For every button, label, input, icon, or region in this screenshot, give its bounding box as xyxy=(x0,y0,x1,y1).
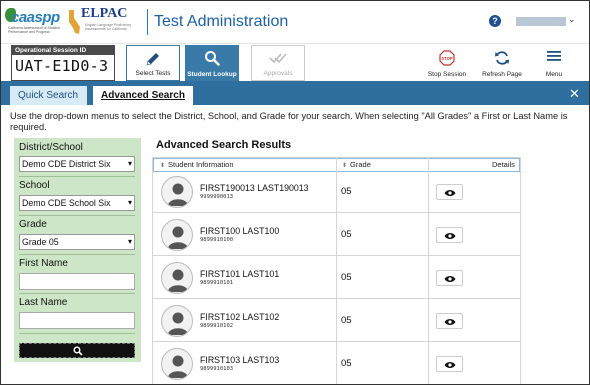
user-silhouette-icon xyxy=(168,269,188,292)
student-name: FIRST100 LAST100 xyxy=(200,226,280,236)
table-row: FIRST100 LAST100 9899910100 05 xyxy=(153,215,520,256)
column-header-student-information[interactable]: ⬍ Student Information xyxy=(160,159,234,171)
user-menu[interactable]: ⌄ xyxy=(516,14,576,28)
grade-label: Grade xyxy=(19,219,47,230)
student-name: FIRST190013 LAST190013 xyxy=(200,183,309,193)
advanced-search-filters: District/School Demo CDE District Six ▾ … xyxy=(14,138,141,362)
district-label: District/School xyxy=(19,142,83,153)
search-icon xyxy=(73,346,83,356)
app-title: Test Administration xyxy=(154,13,289,30)
school-label: School xyxy=(19,180,50,191)
avatar xyxy=(161,176,193,208)
search-icon xyxy=(205,51,220,66)
view-details-button[interactable] xyxy=(436,184,463,200)
header-divider xyxy=(147,9,148,35)
user-name-redacted xyxy=(516,17,566,26)
last-name-input[interactable] xyxy=(19,312,135,329)
view-details-button[interactable] xyxy=(436,270,463,286)
eye-icon xyxy=(444,362,456,368)
last-name-label: Last Name xyxy=(19,297,68,308)
student-name: FIRST102 LAST102 xyxy=(200,312,280,322)
stop-sign-icon: STOP xyxy=(439,50,455,66)
results-title: Advanced Search Results xyxy=(156,139,292,151)
avatar xyxy=(161,219,193,251)
test-administration-window: caaspp California Assessment of Student … xyxy=(0,0,590,385)
results-table: ⬍ Student Information ⬍ Grade Details FIRS… xyxy=(152,157,521,384)
eye-icon xyxy=(444,319,456,325)
view-details-button[interactable] xyxy=(436,313,463,329)
select-tests-button[interactable]: Select Tests xyxy=(126,45,180,81)
student-grade: 05 xyxy=(341,229,352,240)
session-id-label: Operational Session ID xyxy=(12,46,114,55)
table-row: FIRST103 LAST103 9899910103 05 xyxy=(153,344,520,384)
approvals-button[interactable]: Approvals xyxy=(251,45,305,81)
first-name-input[interactable] xyxy=(19,273,135,290)
view-details-button[interactable] xyxy=(436,227,463,243)
pencil-icon xyxy=(146,53,159,66)
avatar xyxy=(161,305,193,337)
tab-quick-search[interactable]: Quick Search xyxy=(10,86,87,105)
sort-icon: ⬍ xyxy=(160,163,166,169)
refresh-icon xyxy=(495,51,509,65)
student-grade: 05 xyxy=(341,186,352,197)
table-row: FIRST101 LAST101 9899910101 05 xyxy=(153,258,520,299)
student-grade: 05 xyxy=(341,272,352,283)
help-icon[interactable]: ? xyxy=(489,15,501,27)
avatar xyxy=(161,348,193,380)
svg-text:STOP: STOP xyxy=(441,56,453,61)
student-grade: 05 xyxy=(341,358,352,369)
first-name-label: First Name xyxy=(19,258,68,269)
eye-icon xyxy=(444,276,456,282)
table-row: FIRST102 LAST102 9899910102 05 xyxy=(153,301,520,342)
refresh-page-button[interactable]: Refresh Page xyxy=(477,45,527,81)
app-header: caaspp California Assessment of Student … xyxy=(1,1,589,43)
double-check-icon xyxy=(269,53,287,64)
session-id-box: Operational Session ID UAT-E1D0-3 xyxy=(11,45,115,81)
stop-session-button[interactable]: STOP Stop Session xyxy=(419,45,475,81)
student-ssid: 9899910102 xyxy=(200,323,234,329)
grade-select[interactable]: Grade 05 ▾ xyxy=(19,234,135,250)
menu-button[interactable]: Menu xyxy=(531,45,577,81)
student-name: FIRST103 LAST103 xyxy=(200,355,280,365)
eye-icon xyxy=(444,233,456,239)
search-instructions: Use the drop-down menus to select the Di… xyxy=(10,111,568,132)
session-id-value: UAT-E1D0-3 xyxy=(15,57,109,75)
search-button[interactable] xyxy=(19,343,135,358)
chevron-down-icon: ▾ xyxy=(127,198,132,207)
elpac-logo: ELPAC English Language Proficiency Asses… xyxy=(67,5,141,39)
view-details-button[interactable] xyxy=(436,356,463,372)
chevron-down-icon: ▾ xyxy=(127,159,132,168)
user-silhouette-icon xyxy=(168,312,188,335)
close-icon[interactable]: ✕ xyxy=(569,86,580,102)
student-ssid: 9899910101 xyxy=(200,280,234,286)
sort-icon: ⬍ xyxy=(342,163,348,169)
caaspp-logo: caaspp California Assessment of Student … xyxy=(5,5,63,39)
student-ssid: 9899910103 xyxy=(200,366,234,372)
california-map-icon xyxy=(69,10,80,34)
student-lookup-button[interactable]: Student Lookup xyxy=(185,45,239,81)
column-header-details: Details xyxy=(492,160,515,169)
student-grade: 05 xyxy=(341,315,352,326)
user-silhouette-icon xyxy=(168,226,188,249)
chevron-down-icon: ▾ xyxy=(127,237,132,246)
chevron-down-icon: ⌄ xyxy=(568,14,576,24)
avatar xyxy=(161,262,193,294)
table-row: FIRST190013 LAST190013 9999990013 05 xyxy=(153,172,520,213)
student-name: FIRST101 LAST101 xyxy=(200,269,280,279)
search-tabbar: Quick Search Advanced Search ✕ xyxy=(1,81,589,105)
tab-advanced-search[interactable]: Advanced Search xyxy=(93,86,193,105)
hamburger-menu-icon xyxy=(547,51,561,61)
student-ssid: 9899910100 xyxy=(200,237,234,243)
toolbar: Operational Session ID UAT-E1D0-3 Select… xyxy=(1,43,589,81)
column-header-grade[interactable]: ⬍ Grade xyxy=(342,159,371,171)
district-select[interactable]: Demo CDE District Six ▾ xyxy=(19,156,135,172)
student-ssid: 9999990013 xyxy=(200,194,234,200)
eye-icon xyxy=(444,190,456,196)
user-silhouette-icon xyxy=(168,355,188,378)
school-select[interactable]: Demo CDE School Six ▾ xyxy=(19,195,135,211)
user-silhouette-icon xyxy=(168,183,188,206)
